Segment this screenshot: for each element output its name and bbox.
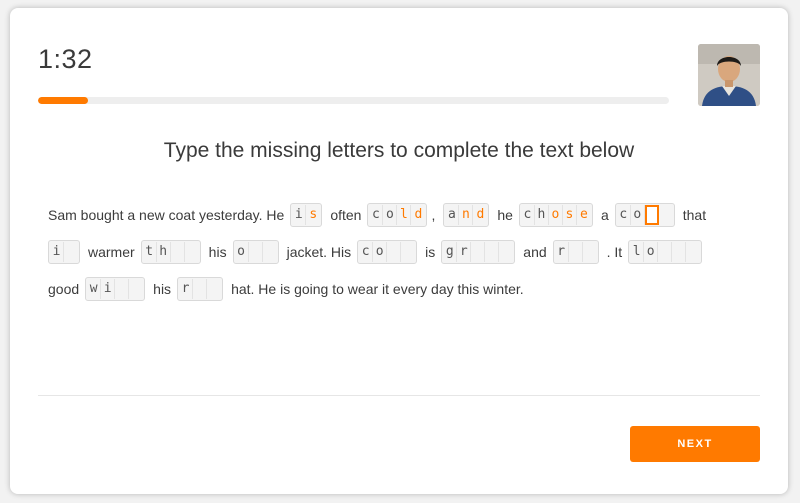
letter-blank[interactable]: co: [357, 239, 418, 264]
letter-cell: o: [631, 204, 645, 225]
letter-cell[interactable]: [485, 241, 500, 262]
passage-text: that: [682, 206, 707, 223]
letter-cell[interactable]: [129, 279, 143, 299]
letter-cell: h: [157, 241, 171, 262]
letter-cell: c: [521, 204, 535, 225]
letter-cell: r: [179, 278, 194, 299]
test-card: 1:32 Type the missing letters to complet…: [10, 8, 788, 494]
letter-cell[interactable]: e: [577, 205, 591, 225]
letter-blank[interactable]: co: [614, 202, 675, 227]
letter-cell[interactable]: l: [397, 204, 412, 225]
passage-text: he: [497, 206, 513, 223]
letter-cell: c: [617, 204, 631, 225]
letter-cell[interactable]: [471, 241, 486, 262]
letter-cell[interactable]: [115, 278, 130, 299]
letter-cell: a: [445, 204, 460, 225]
letter-blank[interactable]: and: [443, 202, 490, 227]
letter-blank[interactable]: th: [140, 239, 201, 264]
passage-text: warmer: [88, 243, 135, 260]
letter-cell: i: [292, 204, 307, 225]
letter-cell[interactable]: [263, 242, 277, 262]
letter-cell[interactable]: [499, 242, 513, 262]
passage-text: . It: [606, 243, 623, 260]
passage-text: his: [208, 243, 227, 260]
letter-cell[interactable]: [387, 241, 402, 262]
letter-cell[interactable]: s: [306, 205, 320, 225]
passage-line: good w i his r hat. He is going to wear it ev…: [48, 270, 768, 307]
letter-blank[interactable]: i: [48, 239, 80, 264]
timer: 1:32: [38, 44, 93, 74]
letter-cell[interactable]: [207, 279, 221, 299]
letter-cell[interactable]: [249, 241, 263, 262]
letter-cell[interactable]: d: [473, 205, 487, 225]
letter-cell: w: [87, 278, 102, 299]
letter-cell: o: [235, 241, 249, 262]
letter-blank[interactable]: cold: [367, 202, 428, 227]
progress-bar: [38, 97, 669, 104]
letter-cell[interactable]: [583, 242, 597, 262]
passage-text: good: [48, 280, 80, 297]
letter-blank[interactable]: r: [177, 276, 224, 301]
letter-cell[interactable]: [659, 205, 673, 225]
letter-blank[interactable]: o: [232, 239, 279, 264]
letter-cell: c: [359, 241, 374, 262]
letter-cell: c: [369, 204, 384, 225]
passage-text: hat. He is going to wear it every day th…: [231, 280, 524, 297]
letter-cell: i: [101, 278, 116, 299]
letter-cell[interactable]: d: [411, 205, 425, 225]
letter-blank[interactable]: lo: [628, 239, 703, 264]
letter-blank[interactable]: r: [552, 239, 599, 264]
letter-blank[interactable]: wi: [85, 276, 146, 301]
passage-text: and: [523, 243, 547, 260]
letter-cell: i: [50, 241, 64, 262]
letter-cell[interactable]: [193, 278, 208, 299]
letter-cell[interactable]: [185, 242, 199, 262]
passage-text: jacket. His: [286, 243, 352, 260]
letter-cell: o: [383, 204, 398, 225]
passage-text: his: [153, 280, 172, 297]
letter-cell[interactable]: o: [549, 204, 563, 225]
letter-cell: o: [373, 241, 388, 262]
letter-cell[interactable]: [686, 242, 700, 262]
letter-cell[interactable]: [64, 242, 78, 262]
letter-cell[interactable]: s: [563, 204, 577, 225]
letter-cell[interactable]: [672, 241, 687, 262]
instruction-title: Type the missing letters to complete the…: [163, 139, 635, 162]
letter-cell: t: [143, 241, 157, 262]
letter-cell[interactable]: [658, 241, 673, 262]
letter-cell[interactable]: n: [459, 204, 474, 225]
passage-text: often: [330, 206, 362, 223]
passage-line: Sam bought a new coat yesterday. He i s oft…: [48, 196, 768, 233]
passage-text: a: [600, 206, 609, 223]
letter-cell: h: [535, 204, 549, 225]
divider: [38, 395, 760, 396]
progress-fill: [38, 97, 89, 104]
letter-blank[interactable]: is: [290, 202, 323, 227]
letter-cell[interactable]: [644, 204, 659, 225]
letter-blank[interactable]: gr: [441, 239, 516, 264]
person-icon: [698, 44, 760, 106]
passage: Sam bought a new coat yesterday. He i s oft…: [48, 196, 768, 307]
next-button[interactable]: NEXT: [630, 426, 760, 462]
letter-cell: r: [457, 241, 472, 262]
letter-cell: o: [644, 241, 659, 262]
letter-cell[interactable]: [569, 241, 583, 262]
passage-line: i warmer t h his o jacket. His c o is g r and r. It l o: [48, 233, 768, 270]
letter-cell[interactable]: [401, 242, 415, 262]
letter-cell: g: [443, 241, 458, 262]
webcam-preview: [698, 44, 760, 106]
letter-cell[interactable]: [171, 241, 185, 262]
letter-cell: r: [555, 241, 569, 262]
letter-cell: l: [630, 241, 645, 262]
passage-text: is: [425, 243, 436, 260]
letter-blank[interactable]: chose: [518, 202, 593, 227]
punctuation: ,: [431, 206, 436, 223]
passage-text: Sam bought a new coat yesterday. He: [48, 206, 285, 223]
